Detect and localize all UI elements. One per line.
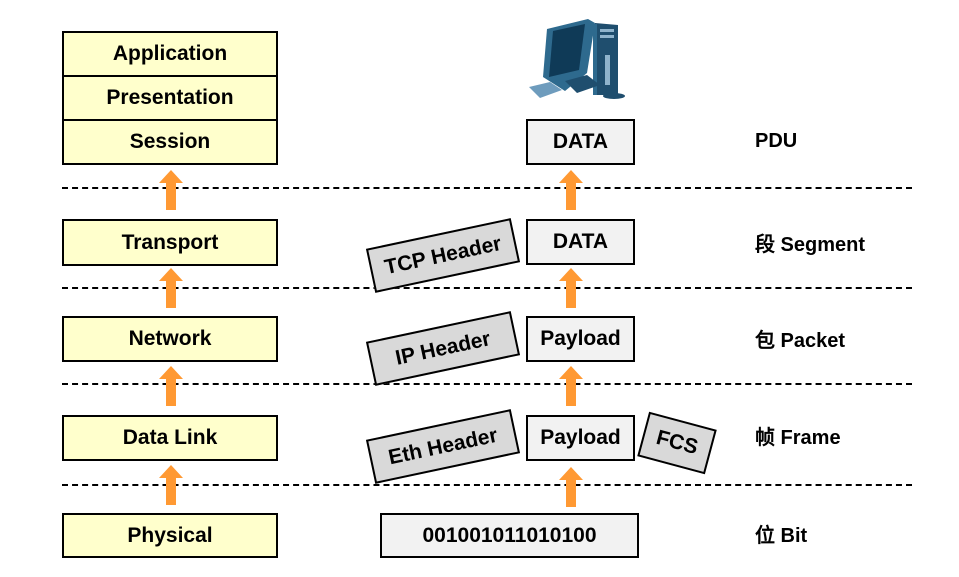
tcp-header-box: TCP Header: [365, 218, 521, 293]
label-segment: 段 Segment: [755, 234, 866, 256]
data-box: DATA: [526, 219, 635, 265]
divider: [62, 187, 912, 189]
payload-box: Payload: [526, 316, 635, 362]
layer-session: Session: [62, 119, 278, 165]
divider: [62, 383, 912, 385]
eth-header-box: Eth Header: [365, 409, 521, 484]
arrow-up-icon: [559, 170, 583, 210]
pdu-title: PDU: [755, 130, 798, 152]
fcs-box: FCS: [637, 411, 717, 475]
layer-data-link: Data Link: [62, 415, 278, 461]
label-bit: 位 Bit: [755, 525, 808, 547]
label-frame: 帧 Frame: [755, 427, 841, 449]
arrow-up-icon: [559, 467, 583, 507]
divider: [62, 484, 912, 486]
arrow-up-icon: [159, 465, 183, 505]
label-packet: 包 Packet: [755, 330, 846, 352]
layer-presentation: Presentation: [62, 75, 278, 121]
arrow-up-icon: [159, 170, 183, 210]
desktop-computer-icon: [529, 19, 625, 99]
layer-transport: Transport: [62, 219, 278, 266]
arrow-up-icon: [159, 366, 183, 406]
divider: [62, 287, 912, 289]
arrow-up-icon: [559, 268, 583, 308]
layer-network: Network: [62, 316, 278, 362]
arrow-up-icon: [159, 268, 183, 308]
ip-header-box: IP Header: [365, 311, 521, 386]
arrow-up-icon: [559, 366, 583, 406]
layer-physical: Physical: [62, 513, 278, 558]
data-box: DATA: [526, 119, 635, 165]
bit-stream-box: 001001011010100: [380, 513, 639, 558]
layer-application: Application: [62, 31, 278, 77]
payload-box: Payload: [526, 415, 635, 461]
